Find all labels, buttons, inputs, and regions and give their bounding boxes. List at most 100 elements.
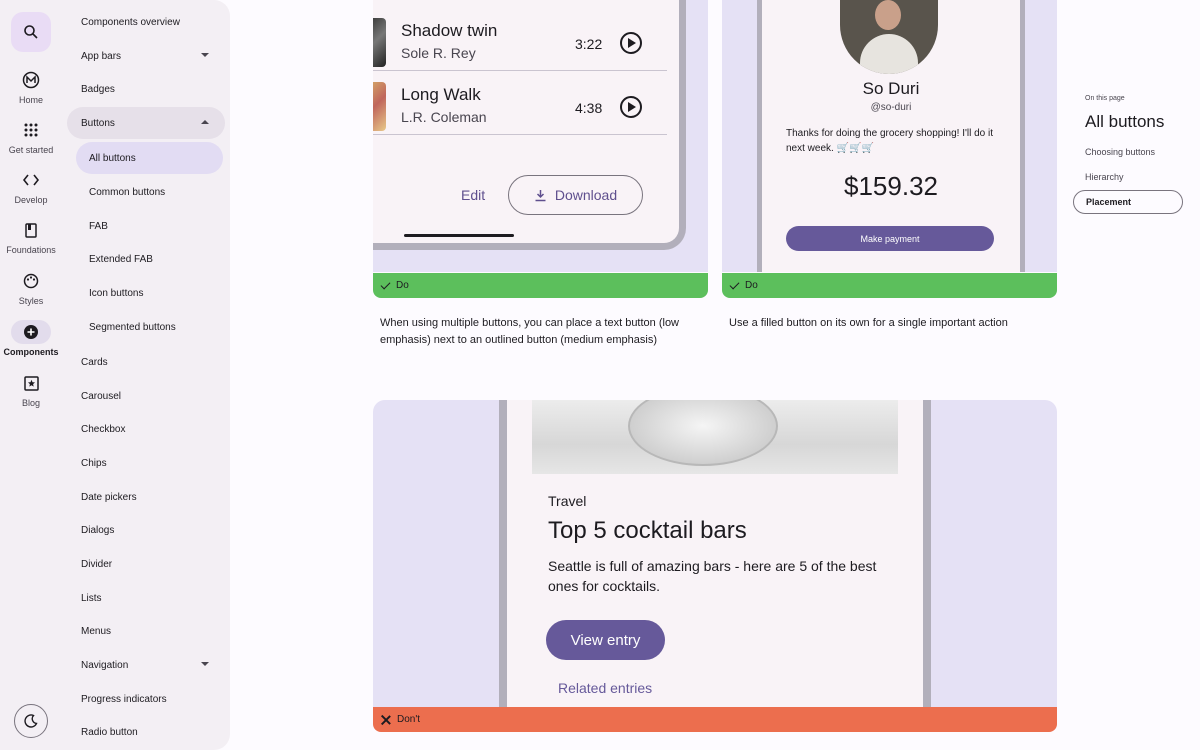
payment-note: Thanks for doing the grocery shopping! I…	[786, 128, 994, 154]
sidelist-item-chips[interactable]: Chips	[67, 447, 225, 479]
sidelist-item-lists[interactable]: Lists	[67, 582, 225, 614]
album-art	[373, 82, 386, 131]
example-card-dont: Travel Top 5 cocktail bars Seattle is fu…	[373, 400, 1057, 707]
sidelist-label: Cards	[81, 356, 108, 368]
phone-mockup: So Duri @so-duri Thanks for doing the gr…	[757, 0, 1025, 272]
sidelist-label: Menus	[81, 625, 112, 637]
sidelist-label: Icon buttons	[89, 287, 144, 299]
toc-item-hierarchy[interactable]: Hierarchy	[1073, 165, 1183, 189]
badge-label: Do	[745, 280, 758, 291]
search-icon	[24, 25, 38, 39]
add-circle-icon	[11, 320, 51, 344]
dont-badge: Don't	[373, 707, 1057, 732]
sidelist-label: Dialogs	[81, 524, 115, 536]
gesture-bar	[404, 234, 514, 237]
code-icon	[11, 168, 51, 192]
sidelist-item-checkbox[interactable]: Checkbox	[67, 413, 225, 445]
dark-mode-toggle[interactable]	[14, 704, 48, 738]
example-caption: When using multiple buttons, you can pla…	[380, 317, 680, 346]
rail-item-styles[interactable]: Styles	[0, 269, 62, 306]
sidelist-label: Common buttons	[89, 186, 166, 198]
sidelist-item-carousel[interactable]: Carousel	[67, 380, 225, 412]
download-button[interactable]: Download	[508, 175, 643, 215]
rail-label-foundations: Foundations	[6, 245, 56, 255]
download-label: Download	[554, 187, 618, 203]
toc-item-label: Hierarchy	[1085, 172, 1124, 182]
sidelist-item-cards[interactable]: Cards	[67, 346, 225, 378]
sidelist-label: Segmented buttons	[89, 321, 176, 333]
track-row: Shadow twin Sole R. Rey 3:22	[373, 7, 667, 71]
play-icon[interactable]	[620, 32, 642, 54]
moon-icon	[24, 714, 38, 728]
sidelist-item-badges[interactable]: Badges	[67, 73, 225, 105]
toc-title[interactable]: All buttons	[1085, 112, 1164, 132]
sidelist-label: Lists	[81, 592, 102, 604]
edit-text-button[interactable]: Edit	[461, 187, 485, 203]
sidelist-label: Radio button	[81, 726, 138, 738]
grid-icon	[11, 118, 51, 142]
track-artist: Sole R. Rey	[401, 45, 476, 61]
article-title: Top 5 cocktail bars	[548, 517, 747, 544]
toc-item-placement[interactable]: Placement	[1073, 190, 1183, 214]
rail-item-get-started[interactable]: Get started	[0, 118, 62, 155]
sidelist-item-menus[interactable]: Menus	[67, 615, 225, 647]
sidelist-item-common-buttons[interactable]: Common buttons	[76, 176, 223, 208]
play-icon[interactable]	[620, 96, 642, 118]
related-entries-link[interactable]: Related entries	[558, 680, 652, 696]
do-badge: Do	[373, 273, 708, 298]
sidelist-label: FAB	[89, 220, 108, 232]
track-artist: L.R. Coleman	[401, 109, 487, 125]
view-entry-button[interactable]: View entry	[546, 620, 665, 660]
rail-item-develop[interactable]: Develop	[0, 168, 62, 205]
badge-label: Don't	[397, 714, 421, 725]
phone-mockup: Travel Top 5 cocktail bars Seattle is fu…	[499, 400, 931, 707]
chevron-down-icon	[201, 662, 209, 666]
sidelist-item-navigation[interactable]: Navigation	[67, 649, 225, 681]
chevron-up-icon	[201, 120, 209, 124]
example-card-filled-button: So Duri @so-duri Thanks for doing the gr…	[722, 0, 1057, 272]
sidelist-label: All buttons	[89, 152, 136, 164]
sidelist-item-radio-button[interactable]: Radio button	[67, 716, 225, 748]
rail-label-blog: Blog	[21, 398, 40, 408]
toc-heading: On this page	[1085, 95, 1125, 102]
check-icon	[729, 279, 740, 289]
toc-item-label: Choosing buttons	[1085, 147, 1156, 157]
sidelist-label: Chips	[81, 457, 107, 469]
rail-label-components: Components	[3, 347, 59, 357]
check-icon	[380, 279, 391, 289]
sidelist-item-segmented-buttons[interactable]: Segmented buttons	[76, 311, 223, 343]
payee-name: So Duri	[862, 79, 920, 98]
album-art	[373, 18, 386, 67]
phone-mockup: Shadow twin Sole R. Rey 3:22 Long Walk L…	[373, 0, 686, 250]
search-button[interactable]	[11, 12, 51, 52]
sidelist-item-all-buttons[interactable]: All buttons	[76, 142, 223, 174]
components-side-list: Components overview App bars Badges Butt…	[62, 0, 230, 750]
sidelist-item-components-overview[interactable]: Components overview	[67, 6, 225, 38]
rail-item-home[interactable]: Home	[0, 68, 62, 105]
rail-item-components[interactable]: Components	[0, 320, 62, 357]
sidelist-item-buttons[interactable]: Buttons	[67, 107, 225, 139]
close-icon	[381, 715, 391, 725]
sidelist-item-divider[interactable]: Divider	[67, 548, 225, 580]
sidelist-item-app-bars[interactable]: App bars	[67, 40, 225, 72]
sidelist-label: Extended FAB	[89, 253, 153, 265]
rail-label-styles: Styles	[18, 296, 44, 306]
sidelist-item-date-pickers[interactable]: Date pickers	[67, 481, 225, 513]
rail-item-foundations[interactable]: Foundations	[0, 218, 62, 255]
sidelist-item-dialogs[interactable]: Dialogs	[67, 514, 225, 546]
sidelist-item-icon-buttons[interactable]: Icon buttons	[76, 277, 223, 309]
rail-item-blog[interactable]: Blog	[0, 371, 62, 408]
sidelist-item-extended-fab[interactable]: Extended FAB	[76, 243, 223, 275]
toc-item-choosing-buttons[interactable]: Choosing buttons	[1073, 140, 1183, 164]
toc-item-label: Placement	[1086, 197, 1132, 207]
track-title: Long Walk	[401, 85, 481, 104]
sidelist-item-fab[interactable]: FAB	[76, 210, 223, 242]
do-badge: Do	[722, 273, 1057, 298]
make-payment-button[interactable]: Make payment	[786, 226, 994, 251]
star-box-icon	[11, 371, 51, 395]
book-icon	[11, 218, 51, 242]
example-card-text-and-outlined: Shadow twin Sole R. Rey 3:22 Long Walk L…	[373, 0, 708, 272]
track-title: Shadow twin	[401, 21, 498, 40]
sidelist-label: Components overview	[81, 16, 180, 28]
sidelist-item-progress-indicators[interactable]: Progress indicators	[67, 683, 225, 715]
